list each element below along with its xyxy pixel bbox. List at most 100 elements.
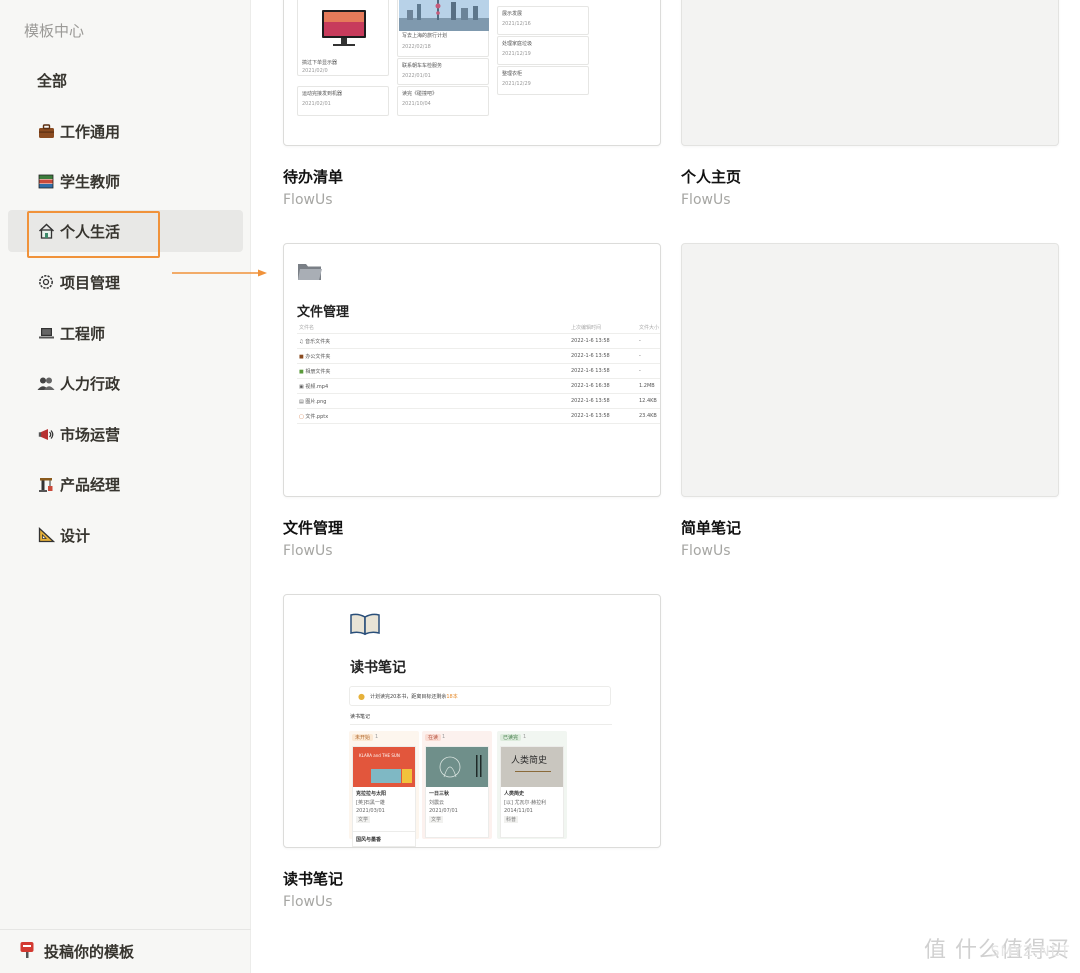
template-title[interactable]: 读书笔记	[283, 868, 343, 889]
todo-item-date: 2021/02/01	[302, 101, 331, 107]
template-title[interactable]: 个人主页	[681, 166, 741, 187]
file-size: 12.4KB	[639, 398, 657, 404]
sidebar-item-label: 市场运营	[60, 425, 121, 444]
template-title[interactable]: 文件管理	[283, 517, 343, 538]
book-author: [英]石黑一雄	[356, 800, 385, 806]
todo-item-date: 2021/10/04	[402, 101, 431, 107]
book-card-partial: 国风与墨香	[352, 831, 416, 847]
table-row: ▣ 视频.mp4 2022-1-6 16:38 1.2MB	[297, 379, 660, 394]
book-cover-klara: KLARA and THE SUN	[353, 747, 415, 787]
template-card-simple-notes[interactable]	[681, 243, 1059, 497]
postbox-icon	[19, 941, 35, 963]
book-author: [以] 尤瓦尔·赫拉利	[504, 800, 547, 806]
book-date: 2021/03/01	[356, 808, 385, 814]
book-cover-sapiens: 人类简史	[501, 747, 563, 787]
briefcase-icon	[37, 122, 55, 140]
todo-mini-card: 处理家庭垃圾 2021/12/19	[497, 36, 589, 65]
todo-item-date: 2021/12/19	[502, 51, 531, 57]
sidebar-item-product-manager[interactable]: 产品经理	[8, 463, 243, 505]
todo-item-text: 处理家庭垃圾	[502, 41, 533, 47]
open-book-icon	[350, 612, 380, 640]
column-header: 文件名	[299, 324, 315, 331]
column-header: 文件大小	[639, 324, 660, 331]
file-preview-table: 文件名 上次编辑时间 文件大小 ♫ 音乐文件夹 2022-1-6 13:58 -…	[297, 321, 660, 424]
book-card: KLARA and THE SUN 克拉拉与太阳 [英]石黑一雄 2021/03…	[352, 746, 416, 838]
board-column-finished: 已读完 1 人类简史 人类简史 [以] 尤瓦尔·赫拉利 2014/11/01 科…	[497, 731, 567, 839]
board-column-reading: 在读 1 一日三秋 刘震云 2021/07/01 文学	[422, 731, 492, 839]
todo-item-text: 写去上海的旅行计划	[402, 33, 448, 39]
file-time: 2022-1-6 13:58	[571, 398, 610, 404]
todo-mini-card: 写去上海的旅行计划 2022/02/18	[397, 0, 489, 57]
template-author: FlowUs	[283, 192, 333, 208]
todo-item-date: 2022/02/18	[402, 44, 431, 50]
status-badge: 未开始	[352, 734, 374, 741]
house-icon	[37, 222, 55, 240]
sidebar-item-work[interactable]: 工作通用	[8, 110, 243, 152]
file-preview-heading: 文件管理	[297, 305, 350, 320]
todo-mini-card: 运动完接发到机器 2021/02/01	[297, 86, 389, 116]
file-time: 2022-1-6 13:58	[571, 368, 610, 374]
sidebar-item-label: 人力行政	[60, 374, 121, 393]
sidebar-item-hr[interactable]: 人力行政	[8, 362, 243, 404]
file-table-header: 文件名 上次编辑时间 文件大小	[297, 321, 660, 334]
todo-item-text: 搞过下单显示器	[302, 60, 338, 66]
template-author: FlowUs	[681, 192, 731, 208]
book-date: 2021/07/01	[429, 808, 458, 814]
template-card-homepage[interactable]	[681, 0, 1059, 146]
sidebar-item-label: 产品经理	[60, 475, 121, 494]
file-name: 相册文件夹	[305, 368, 331, 375]
template-card-todo[interactable]: 搞过下单显示器 2021/02/0 运动完接发到机器 2021/02/01 写去…	[283, 0, 661, 146]
book-title: 克拉拉与太阳	[356, 791, 387, 797]
template-title[interactable]: 简单笔记	[681, 517, 741, 538]
arrow-annotation	[172, 269, 267, 277]
cover-title: 人类简史	[511, 756, 548, 766]
sidebar-item-students[interactable]: 学生教师	[8, 160, 243, 202]
sidebar-item-personal-life[interactable]: 个人生活	[8, 210, 243, 252]
file-time: 2022-1-6 13:58	[571, 353, 610, 359]
column-count: 1	[375, 734, 379, 740]
book-card: 一日三秋 刘震云 2021/07/01 文学	[425, 746, 489, 838]
sidebar-item-label: 设计	[60, 526, 91, 545]
cover-title: KLARA and THE SUN	[359, 753, 400, 758]
megaphone-icon	[37, 425, 55, 443]
file-size: -	[639, 338, 641, 344]
template-title[interactable]: 待办清单	[283, 166, 343, 187]
sidebar-item-label: 个人生活	[60, 222, 121, 241]
sidebar-item-label: 项目管理	[60, 273, 121, 292]
sidebar-item-engineer[interactable]: 工程师	[8, 312, 243, 354]
file-name: 音乐文件夹	[305, 338, 331, 345]
todo-item-date: 2022/01/01	[402, 73, 431, 79]
reading-callout: ● 计划读完20本书，距离目标还剩余 18本	[349, 686, 611, 706]
todo-mini-card: 搞过下单显示器 2021/02/0	[297, 0, 389, 76]
column-count: 1	[442, 734, 446, 740]
file-name: 办公文件夹	[305, 353, 331, 360]
todo-item-text: 运动完接发到机器	[302, 91, 343, 97]
laptop-icon	[37, 324, 55, 342]
sidebar-item-label: 学生教师	[60, 172, 121, 191]
todo-mini-card: 读完《碰撞吧》 2021/10/04	[397, 86, 489, 116]
table-row: ▤ 图片.png 2022-1-6 13:58 12.4KB	[297, 394, 660, 409]
board-column-not-started: 未开始 1 KLARA and THE SUN 克拉拉与太阳 [英]石黑一雄 2…	[349, 731, 419, 839]
sidebar: 模板中心 全部 工作通用 学生教师 个人生活 项目管理 工程师 人力行政 市场运…	[0, 0, 251, 973]
sidebar-item-design[interactable]: 设计	[8, 514, 243, 556]
submit-template-button[interactable]: 投稿你的模板	[0, 929, 251, 973]
folder-icon	[297, 260, 323, 286]
book-author: 刘震云	[429, 800, 445, 806]
file-size: 1.2MB	[639, 383, 655, 389]
sidebar-item-all[interactable]: 全部	[8, 59, 243, 101]
reading-section-label: 读书笔记	[350, 713, 612, 725]
todo-item-text: 读完《碰撞吧》	[402, 91, 438, 97]
monitor-image	[320, 8, 368, 48]
file-size: -	[639, 353, 641, 359]
sidebar-item-marketing[interactable]: 市场运营	[8, 413, 243, 455]
reading-preview-heading: 读书笔记	[350, 660, 406, 676]
todo-item-date: 2021/12/16	[502, 21, 531, 27]
book-genre: 文学	[356, 816, 371, 823]
book-genre: 文学	[429, 816, 444, 823]
todo-item-text: 联系朝车车检服务	[402, 63, 443, 69]
todo-mini-card: 整理衣柜 2021/12/29	[497, 66, 589, 95]
shanghai-skyline-image	[399, 0, 489, 31]
people-icon	[37, 374, 55, 392]
watermark: 值 什么值得买 SMYZ.NET	[924, 932, 1070, 964]
file-size: 23.4KB	[639, 413, 657, 419]
